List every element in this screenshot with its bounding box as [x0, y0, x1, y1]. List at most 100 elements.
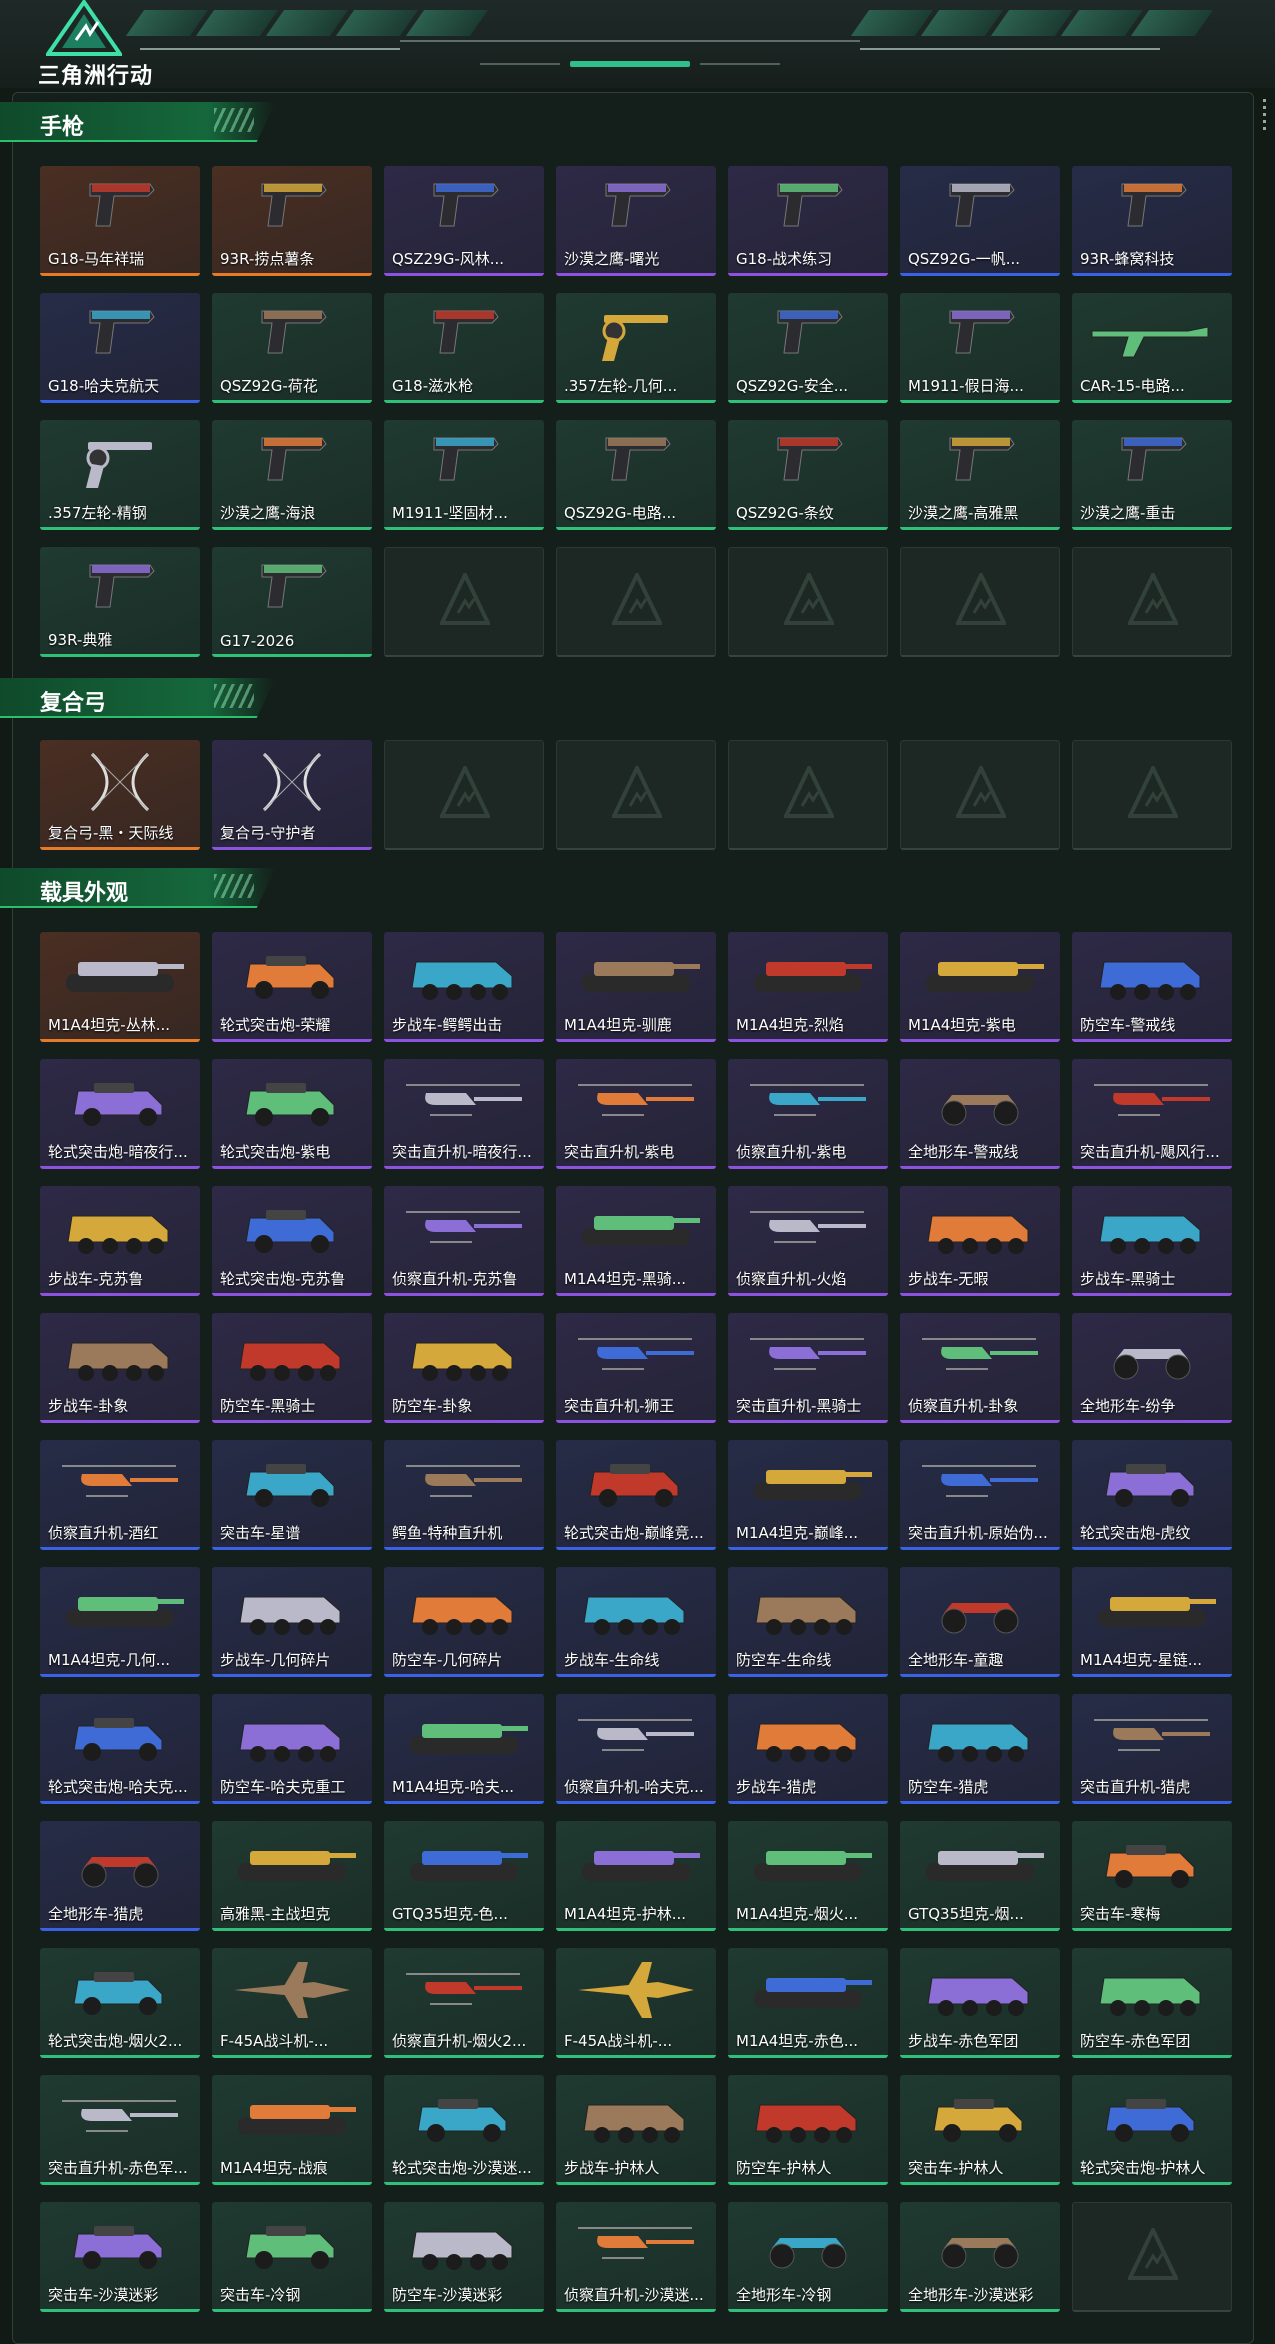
skin-card[interactable]: 高雅黑-主战坦克	[212, 1821, 372, 1931]
skin-card[interactable]: G18-哈夫克航天	[40, 293, 200, 403]
skin-card[interactable]: 突击直升机-赤色军...	[40, 2075, 200, 2185]
skin-card[interactable]: M1911-坚固材...	[384, 420, 544, 530]
skin-card[interactable]: 复合弓-守护者	[212, 740, 372, 850]
skin-card[interactable]: 防空车-哈夫克重工	[212, 1694, 372, 1804]
skin-card[interactable]: 突击车-护林人	[900, 2075, 1060, 2185]
skin-card[interactable]: M1A4坦克-驯鹿	[556, 932, 716, 1042]
skin-card[interactable]: 步战车-鳄鳄出击	[384, 932, 544, 1042]
skin-card[interactable]: 突击直升机-原始伪...	[900, 1440, 1060, 1550]
skin-card[interactable]: CAR-15-电路...	[1072, 293, 1232, 403]
skin-card[interactable]: 鳄鱼-特种直升机	[384, 1440, 544, 1550]
skin-card[interactable]: M1A4坦克-烈焰	[728, 932, 888, 1042]
skin-card[interactable]: 侦察直升机-紫电	[728, 1059, 888, 1169]
skin-card[interactable]: 轮式突击炮-荣耀	[212, 932, 372, 1042]
skin-card[interactable]: M1A4坦克-丛林...	[40, 932, 200, 1042]
skin-card[interactable]: QSZ92G-荷花	[212, 293, 372, 403]
skin-card[interactable]: 步战车-黑骑士	[1072, 1186, 1232, 1296]
skin-card[interactable]: F-45A战斗机-...	[212, 1948, 372, 2058]
skin-card[interactable]: G18-滋水枪	[384, 293, 544, 403]
skin-card[interactable]: G18-马年祥瑞	[40, 166, 200, 276]
skin-card[interactable]: GTQ35坦克-烟...	[900, 1821, 1060, 1931]
skin-card[interactable]: 步战车-护林人	[556, 2075, 716, 2185]
skin-card[interactable]: M1A4坦克-战痕	[212, 2075, 372, 2185]
skin-card[interactable]: 步战车-克苏鲁	[40, 1186, 200, 1296]
skin-card[interactable]: 步战车-无暇	[900, 1186, 1060, 1296]
skin-card[interactable]: 沙漠之鹰-高雅黑	[900, 420, 1060, 530]
skin-card[interactable]: 侦察直升机-烟火2...	[384, 1948, 544, 2058]
skin-card[interactable]: 突击车-寒梅	[1072, 1821, 1232, 1931]
skin-card[interactable]: QSZ92G-一帆...	[900, 166, 1060, 276]
skin-card[interactable]: M1911-假日海...	[900, 293, 1060, 403]
skin-card[interactable]: 沙漠之鹰-重击	[1072, 420, 1232, 530]
skin-card[interactable]: 全地形车-童趣	[900, 1567, 1060, 1677]
skin-card[interactable]: QSZ92G-安全...	[728, 293, 888, 403]
skin-card[interactable]: 步战车-几何碎片	[212, 1567, 372, 1677]
skin-card[interactable]: 突击直升机-猎虎	[1072, 1694, 1232, 1804]
skin-card[interactable]: 防空车-卦象	[384, 1313, 544, 1423]
skin-card[interactable]: 复合弓-黑・天际线	[40, 740, 200, 850]
skin-card[interactable]: 防空车-猎虎	[900, 1694, 1060, 1804]
skin-card[interactable]: 轮式突击炮-烟火2...	[40, 1948, 200, 2058]
skin-card[interactable]: 突击车-沙漠迷彩	[40, 2202, 200, 2312]
skin-card[interactable]: 防空车-几何碎片	[384, 1567, 544, 1677]
skin-card[interactable]: 全地形车-沙漠迷彩	[900, 2202, 1060, 2312]
skin-card[interactable]: 防空车-赤色军团	[1072, 1948, 1232, 2058]
skin-card[interactable]: 步战车-卦象	[40, 1313, 200, 1423]
skin-card[interactable]: M1A4坦克-烟火...	[728, 1821, 888, 1931]
skin-card[interactable]: 沙漠之鹰-海浪	[212, 420, 372, 530]
skin-card[interactable]: 突击直升机-暗夜行...	[384, 1059, 544, 1169]
skin-card[interactable]: 93R-典雅	[40, 547, 200, 657]
skin-card[interactable]: 93R-捞点薯条	[212, 166, 372, 276]
skin-card[interactable]: G18-战术练习	[728, 166, 888, 276]
skin-card[interactable]: 突击直升机-飓风行...	[1072, 1059, 1232, 1169]
skin-card[interactable]: 全地形车-警戒线	[900, 1059, 1060, 1169]
skin-card[interactable]: M1A4坦克-赤色...	[728, 1948, 888, 2058]
skin-card[interactable]: 轮式突击炮-哈夫克...	[40, 1694, 200, 1804]
skin-card[interactable]: 防空车-警戒线	[1072, 932, 1232, 1042]
skin-card[interactable]: 防空车-生命线	[728, 1567, 888, 1677]
skin-card[interactable]: 突击直升机-紫电	[556, 1059, 716, 1169]
skin-card[interactable]: 全地形车-猎虎	[40, 1821, 200, 1931]
skin-card[interactable]: 轮式突击炮-沙漠迷...	[384, 2075, 544, 2185]
skin-card[interactable]: 步战车-猎虎	[728, 1694, 888, 1804]
skin-card[interactable]: 防空车-黑骑士	[212, 1313, 372, 1423]
skin-card[interactable]: 侦察直升机-酒红	[40, 1440, 200, 1550]
skin-card[interactable]: QSZ92G-电路...	[556, 420, 716, 530]
skin-card[interactable]: 93R-蜂窝科技	[1072, 166, 1232, 276]
skin-card[interactable]: .357左轮-几何...	[556, 293, 716, 403]
skin-card[interactable]: M1A4坦克-星链...	[1072, 1567, 1232, 1677]
skin-card[interactable]: 防空车-沙漠迷彩	[384, 2202, 544, 2312]
skin-card[interactable]: M1A4坦克-几何...	[40, 1567, 200, 1677]
skin-card[interactable]: M1A4坦克-黑骑...	[556, 1186, 716, 1296]
skin-card[interactable]: M1A4坦克-紫电	[900, 932, 1060, 1042]
skin-card[interactable]: 轮式突击炮-巅峰竞...	[556, 1440, 716, 1550]
skin-card[interactable]: 全地形车-纷争	[1072, 1313, 1232, 1423]
skin-card[interactable]: M1A4坦克-巅峰...	[728, 1440, 888, 1550]
skin-card[interactable]: 轮式突击炮-护林人	[1072, 2075, 1232, 2185]
skin-card[interactable]: 沙漠之鹰-曙光	[556, 166, 716, 276]
skin-card[interactable]: 突击车-星谱	[212, 1440, 372, 1550]
skin-card[interactable]: QSZ29G-风林...	[384, 166, 544, 276]
skin-card[interactable]: 突击直升机-黑骑士	[728, 1313, 888, 1423]
skin-card[interactable]: F-45A战斗机-...	[556, 1948, 716, 2058]
skin-card[interactable]: 突击车-冷钢	[212, 2202, 372, 2312]
skin-card[interactable]: 突击直升机-狮王	[556, 1313, 716, 1423]
skin-card[interactable]: 轮式突击炮-虎纹	[1072, 1440, 1232, 1550]
skin-card[interactable]: G17-2026	[212, 547, 372, 657]
skin-card[interactable]: QSZ92G-条纹	[728, 420, 888, 530]
skin-card[interactable]: 步战车-赤色军团	[900, 1948, 1060, 2058]
skin-card[interactable]: .357左轮-精钢	[40, 420, 200, 530]
skin-card[interactable]: 防空车-护林人	[728, 2075, 888, 2185]
skin-card[interactable]: 侦察直升机-火焰	[728, 1186, 888, 1296]
skin-card[interactable]: 侦察直升机-哈夫克...	[556, 1694, 716, 1804]
skin-card[interactable]: M1A4坦克-哈夫...	[384, 1694, 544, 1804]
skin-card[interactable]: 步战车-生命线	[556, 1567, 716, 1677]
skin-card[interactable]: 侦察直升机-沙漠迷...	[556, 2202, 716, 2312]
scrollbar-handle[interactable]	[1261, 95, 1267, 147]
skin-card[interactable]: 轮式突击炮-克苏鲁	[212, 1186, 372, 1296]
skin-card[interactable]: 侦察直升机-卦象	[900, 1313, 1060, 1423]
skin-card[interactable]: 轮式突击炮-暗夜行...	[40, 1059, 200, 1169]
skin-card[interactable]: GTQ35坦克-色...	[384, 1821, 544, 1931]
skin-card[interactable]: 侦察直升机-克苏鲁	[384, 1186, 544, 1296]
skin-card[interactable]: M1A4坦克-护林...	[556, 1821, 716, 1931]
